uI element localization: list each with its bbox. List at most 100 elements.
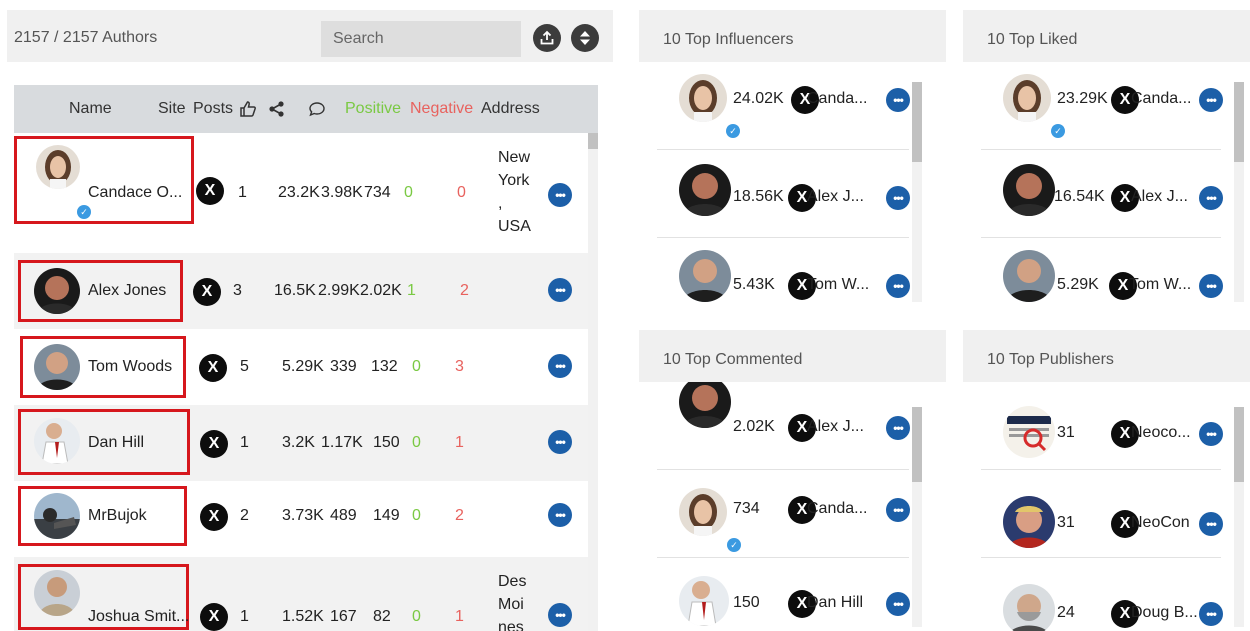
avatar [1003,164,1055,216]
item-value: 734 [733,500,760,517]
item-name[interactable]: Dan Hill [807,594,863,612]
panel-scrollbar-thumb[interactable] [912,82,922,162]
more-button[interactable]: ••• [548,354,572,378]
list-item[interactable]: 31 X Neoco... ••• [981,382,1223,470]
table-row[interactable]: Tom Woods X 5 5.29K 339 132 0 3 ••• [14,329,588,405]
list-item[interactable]: 24 X Doug B... ••• [981,558,1223,631]
column-site[interactable]: Site [158,100,186,118]
more-button[interactable]: ••• [1199,88,1223,112]
item-name[interactable]: Canda... [807,500,867,518]
panel-title: 10 Top Liked [963,10,1250,62]
x-logo-icon[interactable]: X [193,278,221,306]
posts-value: 5 [240,358,249,375]
column-posts[interactable]: Posts [193,100,233,118]
x-logo-icon[interactable]: X [200,603,228,631]
comment-icon[interactable] [308,100,326,118]
list-item[interactable]: 16.54K X Alex J... ••• [981,150,1223,238]
positive-value: 0 [412,434,421,451]
item-name[interactable]: Doug B... [1131,604,1198,622]
list-item[interactable]: 18.56K X Alex J... ••• [657,150,910,238]
list-item[interactable]: 2.02K X Alex J... ••• [657,382,910,470]
sort-button[interactable] [571,24,599,52]
more-button[interactable]: ••• [548,430,572,454]
item-name[interactable]: Canda... [807,90,867,108]
table-row[interactable]: Dan Hill X 1 3.2K 1.17K 150 0 1 ••• [14,405,588,481]
panel-scrollbar[interactable] [912,82,922,302]
verified-icon: ✓ [726,124,740,138]
search-input[interactable] [321,21,521,57]
more-button[interactable]: ••• [548,503,572,527]
column-address[interactable]: Address [481,100,540,118]
panel-scrollbar[interactable] [912,407,922,627]
avatar [34,344,80,390]
panel-title: 10 Top Influencers [639,10,946,62]
table-row[interactable]: MrBujok X 2 3.73K 489 149 0 2 ••• [14,481,588,557]
more-button[interactable]: ••• [886,416,910,440]
x-logo-icon[interactable]: X [199,354,227,382]
panel-scrollbar[interactable] [1234,407,1244,627]
x-logo-icon[interactable]: X [200,430,228,458]
author-name[interactable]: Tom Woods [88,358,172,376]
share-icon[interactable] [268,100,286,118]
more-button[interactable]: ••• [1199,274,1223,298]
author-name[interactable]: MrBujok [88,507,147,525]
list-item[interactable]: ✓ 734 X Canda... ••• [657,470,910,558]
more-button[interactable]: ••• [886,592,910,616]
author-name[interactable]: Candace O... [88,184,182,202]
item-name[interactable]: NeoCon [1131,514,1190,532]
item-name[interactable]: Canda... [1131,90,1191,108]
list-item[interactable]: 5.43K X Tom W... ••• [657,238,910,326]
list-item[interactable]: 31 X NeoCon ••• [981,470,1223,558]
avatar [1003,250,1055,302]
author-name[interactable]: Joshua Smit... [88,608,189,626]
author-name[interactable]: Alex Jones [88,282,166,300]
avatar [1003,584,1055,631]
table-row[interactable]: ✓ Candace O... X 1 23.2K 3.98K 734 0 0 N… [14,133,588,253]
author-name[interactable]: Dan Hill [88,434,144,452]
table-scrollbar-thumb[interactable] [588,133,598,149]
x-logo-icon[interactable]: X [200,503,228,531]
more-button[interactable]: ••• [886,274,910,298]
table-header: Name Site Posts Positive Negative Addres… [14,85,598,133]
item-name[interactable]: Alex J... [807,188,864,206]
more-button[interactable]: ••• [548,278,572,302]
more-button[interactable]: ••• [886,186,910,210]
thumbs-up-icon[interactable] [238,99,258,119]
panel-scrollbar-thumb[interactable] [912,407,922,482]
item-value: 31 [1057,424,1075,441]
more-button[interactable]: ••• [548,183,572,207]
more-button[interactable]: ••• [548,603,572,627]
column-negative[interactable]: Negative [410,100,473,118]
item-name[interactable]: Alex J... [807,418,864,436]
item-name[interactable]: Tom W... [1129,276,1191,294]
column-positive[interactable]: Positive [345,100,401,118]
negative-value: 1 [455,434,464,451]
table-row[interactable]: Joshua Smit... X 1 1.52K 167 82 0 1 Des M… [14,557,588,631]
list-item[interactable]: ✓ 23.29K X Canda... ••• [981,62,1223,150]
posts-value: 1 [240,608,249,625]
more-button[interactable]: ••• [886,498,910,522]
positive-value: 1 [407,282,416,299]
list-item[interactable]: ✓ 24.02K X Canda... ••• [657,62,910,150]
panel-scrollbar[interactable] [1234,82,1244,302]
upload-button[interactable] [533,24,561,52]
more-button[interactable]: ••• [1199,602,1223,626]
item-name[interactable]: Tom W... [807,276,869,294]
more-button[interactable]: ••• [1199,186,1223,210]
column-name[interactable]: Name [69,100,112,118]
table-row[interactable]: Alex Jones X 3 16.5K 2.99K 2.02K 1 2 ••• [14,253,588,329]
table-scrollbar[interactable] [588,133,598,631]
more-button[interactable]: ••• [1199,512,1223,536]
avatar [679,382,731,428]
item-name[interactable]: Neoco... [1131,424,1191,442]
more-button[interactable]: ••• [886,88,910,112]
shares-value: 339 [330,358,357,375]
panel-scrollbar-thumb[interactable] [1234,407,1244,482]
item-name[interactable]: Alex J... [1131,188,1188,206]
x-logo-icon[interactable]: X [196,177,224,205]
list-item[interactable]: 5.29K X Tom W... ••• [981,238,1223,326]
list-item[interactable]: 150 X Dan Hill ••• [657,558,910,631]
more-button[interactable]: ••• [1199,422,1223,446]
avatar [679,576,729,626]
panel-scrollbar-thumb[interactable] [1234,82,1244,162]
